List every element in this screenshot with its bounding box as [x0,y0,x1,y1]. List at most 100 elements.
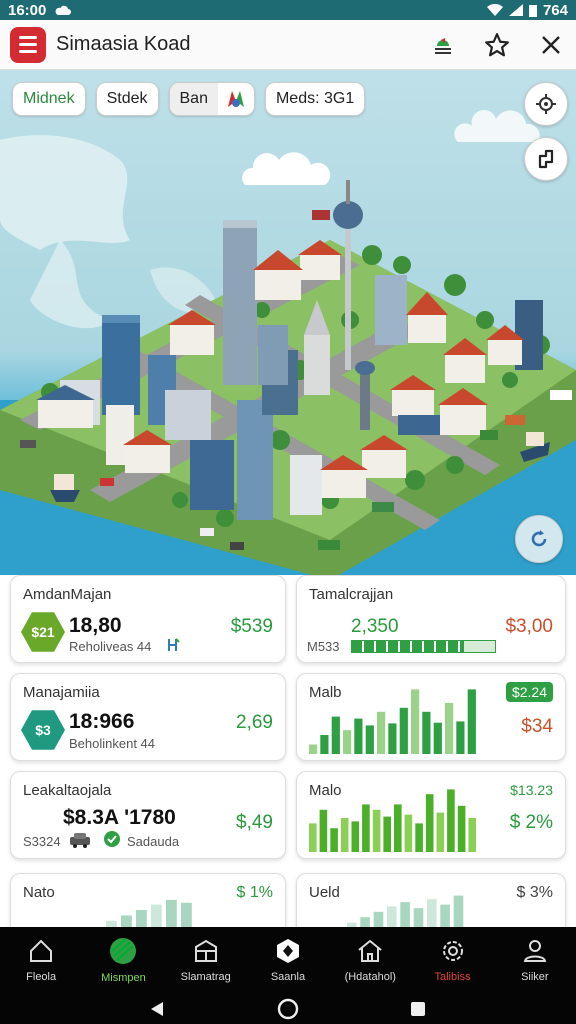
chart-bar [373,911,384,927]
card-badge: $3 [21,710,65,750]
chart-bar [436,812,445,852]
nav-label: Fleola [26,971,57,983]
target-button[interactable] [524,82,568,126]
card-subtitle: Beholinkent 44 [69,736,156,751]
card-malo[interactable]: Malo $13.23 $ 2% [296,771,566,859]
chart-bar [121,915,132,927]
chart-bar [360,917,370,927]
chart-bar [447,789,455,852]
chart-bar [136,910,147,927]
chart-bar [151,904,162,927]
filter-chips: Midnek Stdek Ban Meds: 3G1 [12,82,366,116]
nav-item-talibiss[interactable]: Talibiss [411,927,493,993]
card-subtitle: Reholiveas 44 [69,639,152,654]
refresh-icon [531,530,547,547]
card-title: AmdanMajan [23,586,112,603]
nav-item-slamatrag[interactable]: Slamatrag [165,927,247,993]
nav-item-saanla[interactable]: Saanla [247,927,329,993]
card-badge: $21 [21,612,65,652]
card-amount: 2,69 [236,712,273,733]
card-value: 18,80 [69,614,122,637]
layers-button[interactable] [524,137,568,181]
bar-chart [309,689,476,754]
chart-bar [387,906,397,927]
card-subtitle: S3324 [23,834,61,849]
nav-label: Talibiss [434,971,471,983]
bar-chart [106,899,192,927]
nav-item-fleola[interactable]: Fleola [0,927,82,993]
battery-icon [528,4,537,17]
chart-bar [388,723,397,754]
nav-item-siiker[interactable]: Siiker [494,927,576,993]
progress-fill [352,641,464,652]
chart-bar [399,707,408,754]
refresh-button[interactable] [515,515,563,563]
chart-bar [415,823,423,852]
chart-bar [166,899,177,927]
menu-button[interactable] [10,26,46,63]
chart-bar [181,902,192,927]
card-leakaltaojala[interactable]: Leakaltaojala $8.3A '1780 S3324 Sadauda … [10,771,286,859]
card-tamalcrajjan[interactable]: Tamalcrajjan 2,350 $3,00 M533 [296,575,566,663]
back-icon[interactable] [149,1000,167,1018]
chart-bar [343,730,352,754]
chip-stdek[interactable]: Stdek [95,82,159,116]
chart-bar [309,744,318,754]
close-icon[interactable] [540,34,562,56]
chart-bar [404,814,413,852]
city-map[interactable]: Midnek Stdek Ban Meds: 3G1 [0,70,576,580]
building-icon [194,939,217,962]
card-subtitle: M533 [307,639,340,654]
card-title: Leakaltaojala [23,782,112,799]
chart-bar [456,721,465,754]
chart-bar [365,725,374,754]
chip-midnek[interactable]: Midnek [12,82,86,116]
chart-bar [319,809,328,852]
card-manajamiia[interactable]: Manajamiia $3 18:966 Beholinkent 44 2,69 [10,673,286,761]
card-malb[interactable]: Malb $2.24 $34 [296,673,566,761]
card-value: 2,350 [351,616,399,637]
card-amount: $3,00 [505,616,553,637]
nav-label: Saanla [270,971,306,983]
recents-icon[interactable] [409,1000,427,1018]
card-nato[interactable]: Nato $ 1% [10,873,286,927]
chart-bar [433,722,442,754]
chip-meds[interactable]: Meds: 3G1 [264,82,366,116]
car-icon [70,833,90,848]
card-amount: $,49 [236,812,273,833]
chart-bar [377,711,386,754]
star-icon[interactable] [484,32,510,58]
status-time: 16:00 [8,1,47,19]
chart-bar [394,804,402,852]
chip-ban[interactable]: Ban [168,82,255,116]
card-amount: $ 3% [516,884,553,901]
chart-bar [383,816,391,852]
settings-icon [442,941,463,961]
chart-bar [425,794,434,852]
chart-bar [309,823,317,852]
card-title: Manajamiia [23,684,100,701]
chart-bar [467,689,476,754]
card-amdanmajan[interactable]: AmdanMajan $21 18,80 Reholiveas 44 $539 [10,575,286,663]
nav-item-hdatahol[interactable]: (Hdatahol) [329,927,411,993]
home-button-icon[interactable] [277,998,299,1020]
chart-bar [457,805,466,852]
chart-bar [340,818,349,852]
chart-bar [372,809,381,852]
card-title: Nato [23,884,55,901]
card-badge: $2.24 [505,682,553,702]
target-icon [536,94,556,114]
chart-bar [320,735,329,754]
card-amount: $ 2% [509,812,553,833]
card-subtitle-2: Sadauda [127,834,180,849]
system-navigation [0,993,576,1024]
cloud-icon [55,5,72,15]
signal-icon [508,4,523,16]
hexagon-icon [276,939,299,963]
nav-item-mismpen[interactable]: Mismpen [82,927,164,993]
leaf-icon [168,638,180,651]
card-ueld[interactable]: Ueld $ 3% [296,873,566,927]
weather-flag-icon[interactable] [432,34,454,56]
chart-bar [354,718,363,754]
card-amount: $34 [521,716,553,737]
